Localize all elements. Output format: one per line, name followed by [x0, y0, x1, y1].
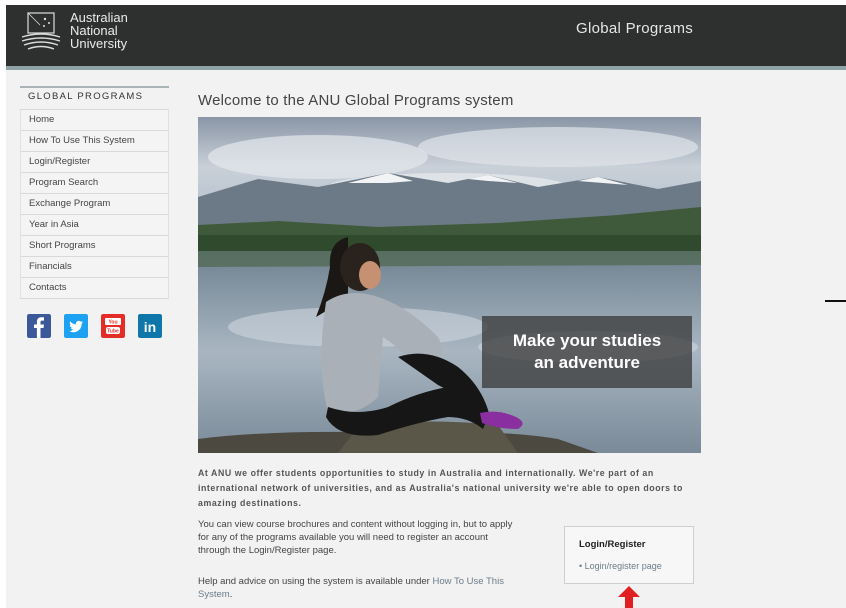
sidebar-item-program-search[interactable]: Program Search: [20, 173, 169, 194]
svg-text:You: You: [108, 320, 117, 326]
sidebar-item-login-register[interactable]: Login/Register: [20, 152, 169, 173]
sidebar-item-contacts[interactable]: Contacts: [20, 278, 169, 299]
sidebar-item-how-to-use[interactable]: How To Use This System: [20, 131, 169, 152]
help-paragraph: Help and advice on using the system is a…: [198, 575, 558, 601]
logo-line: University: [70, 36, 128, 51]
paragraph-line: for any of the programs available you wi…: [198, 532, 488, 543]
help-text: Help and advice on using the system is a…: [198, 576, 430, 587]
page-content: GLOBAL PROGRAMS Home How To Use This Sys…: [6, 70, 846, 608]
linkedin-icon[interactable]: in: [138, 314, 162, 338]
sidebar-item-short-programs[interactable]: Short Programs: [20, 236, 169, 257]
site-header: Australian National University Global Pr…: [6, 5, 846, 66]
youtube-icon[interactable]: You Tube: [101, 314, 125, 338]
hero-tagline-line: Make your studies: [512, 331, 662, 350]
red-arrow-up-icon: [618, 586, 640, 608]
sidebar-nav: GLOBAL PROGRAMS Home How To Use This Sys…: [20, 86, 169, 299]
paragraph-line: You can view course brochures and conten…: [198, 519, 513, 530]
sidebar-item-year-in-asia[interactable]: Year in Asia: [20, 215, 169, 236]
twitter-icon[interactable]: [64, 314, 88, 338]
page-title: Welcome to the ANU Global Programs syste…: [198, 92, 514, 109]
paragraph-line: through the Login/Register page.: [198, 545, 337, 556]
facebook-icon[interactable]: [27, 314, 51, 338]
anu-logo[interactable]: Australian National University: [20, 11, 135, 55]
site-title[interactable]: Global Programs: [576, 20, 693, 37]
login-link-label[interactable]: Login/register page: [585, 561, 662, 571]
mountain-lake-illustration: [198, 117, 701, 453]
sidebar-item-exchange-program[interactable]: Exchange Program: [20, 194, 169, 215]
anu-crest-icon: [21, 12, 61, 50]
login-info-paragraph: You can view course brochures and conten…: [198, 518, 512, 557]
login-box-title: Login/Register: [579, 539, 646, 550]
intro-text: At ANU we offer students opportunities t…: [198, 468, 683, 508]
svg-text:Tube: Tube: [107, 329, 119, 335]
help-text-end: .: [229, 589, 233, 600]
hero-tagline: Make your studies an adventure: [482, 316, 692, 388]
how-to-use-link-cont[interactable]: System: [198, 589, 230, 600]
sidebar-heading: GLOBAL PROGRAMS: [20, 86, 169, 110]
divider-line: [825, 300, 846, 302]
login-register-box: Login/Register • Login/register page: [564, 526, 694, 584]
logo-wordmark: Australian National University: [70, 11, 128, 50]
svg-text:in: in: [144, 319, 156, 335]
hero-tagline-line: an adventure: [534, 353, 640, 372]
login-register-link[interactable]: • Login/register page: [579, 561, 662, 571]
hero-image: Make your studies an adventure: [198, 117, 701, 453]
how-to-use-link[interactable]: How To Use This: [432, 576, 503, 587]
sidebar-item-financials[interactable]: Financials: [20, 257, 169, 278]
sidebar-item-home[interactable]: Home: [20, 110, 169, 131]
